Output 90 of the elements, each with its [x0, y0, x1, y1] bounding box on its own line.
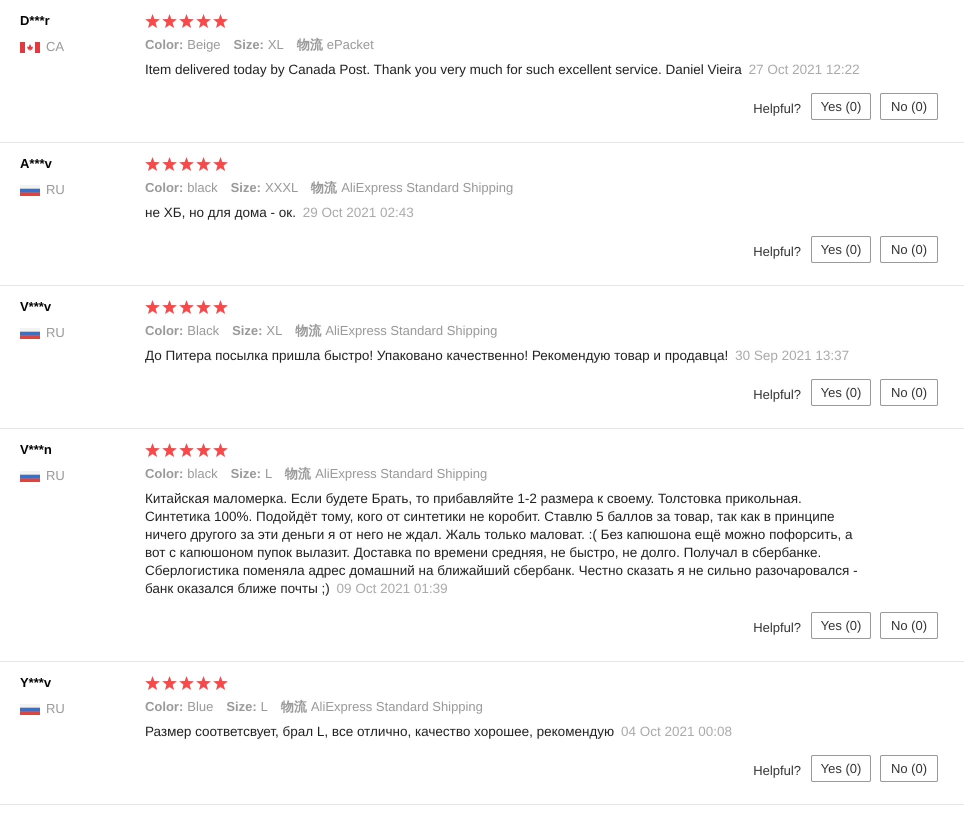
yes-button[interactable]: Yes (0): [811, 612, 871, 639]
helpful-label: Helpful?: [753, 242, 801, 261]
reviewer-name: D***r: [20, 12, 50, 30]
helpful-label: Helpful?: [753, 100, 801, 118]
attribute-value: AliExpress Standard Shipping: [325, 322, 498, 340]
star-icon: [145, 14, 160, 28]
flag-icon: [20, 328, 40, 338]
star-icon: [213, 14, 228, 28]
reviewer-name: Y***v: [20, 674, 52, 692]
star-icon: [145, 300, 160, 314]
star-icon: [196, 157, 211, 171]
review-text: Размер соответсвует, брал L, все отлично, качество хорошее, рекомендую 04 Oct 2021 00:08: [145, 723, 732, 741]
review-text: Китайская маломерка. Если будете Брать, то прибавляйте 1-2 размера к своему. Толстовка прикольная. Синтетика 100%. Подойдёт тому, кого от синтетики не коробит. Ставлю 5 баллов за товар, так как в принципе ничего другого за эти деньги я от него не ждал. Жаль только маловат. :( Без капюшона ещё можно пофорсить, а вот с капюшоном пупок вылазит. Доставка по времени средняя, не быстро, не долго. Получал в сбербанке. Сберлогистика поменяла адрес домашний на ближайший сбербанк. Честно сказать я не сильно разочаровался - банк оказался ближе почты ;) 09 Oct 2021 01:39: [145, 490, 859, 598]
star-icon: [179, 14, 194, 28]
star-icon: [196, 443, 211, 457]
attribute-label: Color:: [145, 36, 184, 54]
attribute-value: ePacket: [326, 36, 374, 54]
attribute-value: L: [264, 465, 272, 483]
review-text: не ХБ, но для дома - ок. 29 Oct 2021 02:43: [145, 204, 414, 222]
attribute-value: XL: [268, 36, 284, 54]
yes-button[interactable]: Yes (0): [811, 379, 871, 406]
attribute-value: L: [260, 698, 268, 716]
review-text: Item delivered today by Canada Post. Thank you very much for such excellent service. Daniel Vieira 27 Oct 2021 12:22: [145, 61, 860, 79]
attribute-value: black: [187, 465, 218, 483]
flag-icon: [20, 42, 40, 52]
attribute-label: 物流: [311, 179, 338, 197]
star-icon: [213, 157, 228, 171]
attribute-label: Color:: [145, 322, 184, 340]
country-code: RU: [46, 700, 65, 718]
helpful-label: Helpful?: [753, 618, 801, 637]
attribute-label: 物流: [280, 698, 307, 716]
star-icon: [196, 676, 211, 690]
star-icon: [162, 443, 177, 457]
star-icon: [162, 14, 177, 28]
attribute-label: 物流: [296, 36, 323, 54]
attribute-label: 物流: [295, 322, 322, 340]
attribute-label: Size:: [226, 698, 257, 716]
star-icon: [179, 443, 194, 457]
yes-button[interactable]: Yes (0): [811, 236, 871, 263]
attribute-value: XXXL: [264, 179, 298, 197]
star-icon: [196, 300, 211, 314]
helpful-label: Helpful?: [753, 762, 801, 780]
attribute-value: XL: [266, 322, 282, 340]
no-button[interactable]: No (0): [880, 379, 938, 406]
attribute-label: Color:: [145, 465, 184, 483]
attribute-label: Size:: [230, 465, 261, 483]
star-icon: [145, 676, 160, 690]
star-icon: [162, 676, 177, 690]
attribute-value: Beige: [187, 36, 221, 54]
reviewer-name: V***v: [20, 298, 52, 316]
star-icon: [162, 157, 177, 171]
no-button[interactable]: No (0): [880, 612, 938, 639]
star-icon: [179, 157, 194, 171]
no-button[interactable]: No (0): [880, 755, 938, 782]
country-code: RU: [46, 324, 65, 342]
star-icon: [145, 157, 160, 171]
attribute-value: Black: [187, 322, 220, 340]
helpful-label: Helpful?: [753, 386, 801, 404]
star-icon: [213, 676, 228, 690]
yes-button[interactable]: Yes (0): [811, 755, 871, 782]
country-code: CA: [46, 38, 64, 56]
flag-icon: [20, 184, 40, 196]
review-text: До Питера посылка пришла быстро! Упаковано качественно! Рекомендую товар и продавца! 30 Sep 2021 13:37: [145, 347, 850, 365]
attribute-value: Blue: [187, 698, 214, 716]
flag-icon: [20, 470, 40, 482]
attribute-label: Color:: [145, 698, 184, 716]
attribute-value: AliExpress Standard Shipping: [310, 698, 483, 716]
attribute-label: 物流: [285, 465, 312, 483]
attribute-label: Color:: [145, 179, 184, 197]
country-code: RU: [46, 181, 65, 199]
country-code: RU: [46, 467, 65, 485]
attribute-label: Size:: [234, 36, 264, 54]
star-icon: [213, 300, 228, 314]
no-button[interactable]: No (0): [880, 93, 938, 120]
attribute-value: AliExpress Standard Shipping: [341, 179, 514, 197]
no-button[interactable]: No (0): [880, 236, 938, 263]
star-icon: [162, 300, 177, 314]
star-icon: [179, 300, 194, 314]
star-icon: [179, 676, 194, 690]
yes-button[interactable]: Yes (0): [811, 93, 871, 120]
reviewer-name: A***v: [20, 155, 52, 173]
star-icon: [196, 14, 211, 28]
reviewer-name: V***n: [20, 441, 52, 459]
attribute-value: black: [187, 179, 218, 197]
attribute-label: Size:: [232, 322, 262, 340]
star-icon: [213, 443, 228, 457]
star-icon: [145, 443, 160, 457]
flag-icon: [20, 704, 40, 714]
attribute-label: Size:: [230, 179, 261, 197]
attribute-value: AliExpress Standard Shipping: [315, 465, 488, 483]
